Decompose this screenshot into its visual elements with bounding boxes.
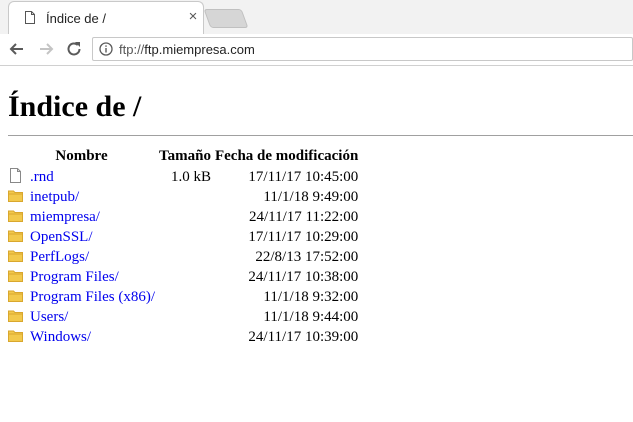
forward-arrow-icon[interactable] [36,39,56,59]
page-icon [25,11,35,24]
back-arrow-icon[interactable] [7,39,27,59]
folder-icon [8,310,23,322]
table-row: Users/11/1/18 9:44:00 [6,307,360,327]
size-cell [157,267,213,287]
name-cell: .rnd [6,167,157,187]
name-cell: OpenSSL/ [6,227,157,247]
table-row: PerfLogs/22/8/13 17:52:00 [6,247,360,267]
divider [8,135,633,136]
column-header-date[interactable]: Fecha de modificación [213,146,360,167]
folder-icon [8,190,23,202]
table-row: .rnd 1.0 kB 17/11/17 10:45:00 [6,167,360,187]
folder-icon [8,270,23,282]
size-cell [157,247,213,267]
folder-icon [8,210,23,222]
date-cell: 17/11/17 10:29:00 [248,228,359,245]
size-cell [157,207,213,227]
folder-icon [8,330,23,342]
file-icon [10,168,21,183]
name-cell: miempresa/ [6,207,157,227]
size-cell [157,287,213,307]
column-header-name[interactable]: Nombre [6,146,157,167]
table-row: Program Files (x86)/ 11/1/18 9:32:00 [6,287,360,307]
size-cell [157,227,213,247]
date-cell: 11/1/18 9:49:00 [263,188,359,205]
name-cell: PerfLogs/ [6,247,157,267]
size-cell: 1.0 kB [170,168,211,185]
entry-link[interactable]: miempresa/ [30,209,100,225]
entry-link[interactable]: Windows/ [30,329,91,345]
page-title: Índice de / [8,90,142,123]
name-cell: Program Files/ [6,267,157,287]
page-content: Índice de / [8,88,141,126]
table-row: Program Files/24/11/17 10:38:00 [6,267,360,287]
reload-icon[interactable] [64,39,84,59]
url-text: ftp://ftp.miempresa.com [119,42,255,57]
name-cell: inetpub/ [6,187,157,207]
size-cell [157,307,213,327]
name-cell: Users/ [6,307,157,327]
toolbar: ftp://ftp.miempresa.com [0,34,633,66]
entry-link[interactable]: Program Files (x86)/ [30,289,155,305]
tab-title: Índice de / [46,11,106,26]
folder-icon [8,230,23,242]
folder-icon [8,250,23,262]
table-row: inetpub/11/1/18 9:49:00 [6,187,360,207]
size-cell [157,187,213,207]
date-cell: 22/8/13 17:52:00 [255,248,359,265]
column-header-size[interactable]: Tamaño [157,146,213,167]
header-row: Nombre Tamaño Fecha de modificación [6,146,360,167]
browser-tab[interactable]: Índice de / × [8,1,204,34]
name-cell: Windows/ [6,327,157,347]
table-row: OpenSSL/17/11/17 10:29:00 [6,227,360,247]
date-cell: 24/11/17 10:39:00 [248,328,359,345]
directory-listing: Nombre Tamaño Fecha de modificación .rnd… [6,146,360,347]
url-host: ftp.miempresa.com [144,42,255,57]
entry-link[interactable]: inetpub/ [30,189,79,205]
name-cell: Program Files (x86)/ [6,287,157,307]
date-cell: 24/11/17 10:38:00 [248,268,359,285]
tab-close-icon[interactable]: × [185,9,201,25]
entry-link[interactable]: .rnd [30,169,54,185]
table-row: Windows/24/11/17 10:39:00 [6,327,360,347]
info-icon[interactable] [99,42,113,56]
date-cell: 24/11/17 11:22:00 [248,208,359,225]
date-cell: 11/1/18 9:32:00 [263,288,359,305]
new-tab-button[interactable] [203,9,249,28]
entry-link[interactable]: PerfLogs/ [30,249,89,265]
date-cell: 11/1/18 9:44:00 [263,308,359,325]
table-row: miempresa/24/11/17 11:22:00 [6,207,360,227]
entry-link[interactable]: OpenSSL/ [30,229,93,245]
url-scheme: ftp:// [119,42,145,57]
tab-strip: Índice de / × [0,0,633,34]
size-cell [157,327,213,347]
entry-link[interactable]: Program Files/ [30,269,119,285]
folder-icon [8,290,23,302]
address-bar[interactable]: ftp://ftp.miempresa.com [92,37,633,61]
date-cell: 17/11/17 10:45:00 [248,168,359,185]
entry-link[interactable]: Users/ [30,309,68,325]
